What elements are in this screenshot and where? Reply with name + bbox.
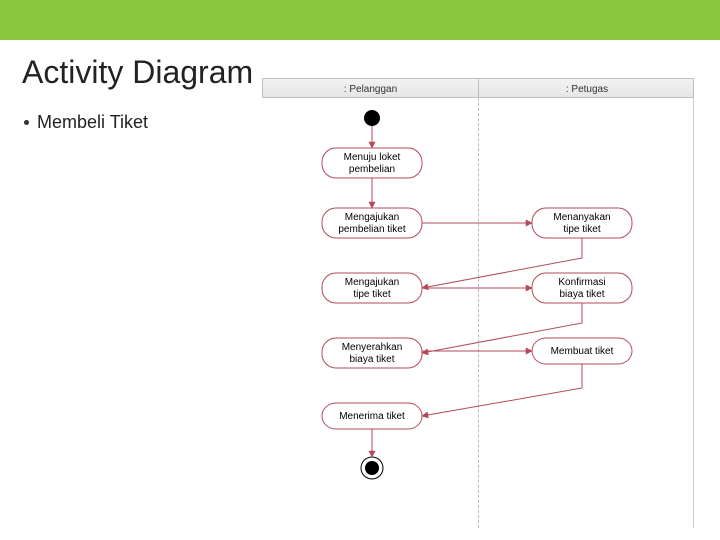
activity-label: tipe tiket <box>353 289 390 300</box>
bullet-item: Membeli Tiket <box>24 112 148 133</box>
activity-label: Mengajukan <box>345 277 399 288</box>
flow-a7-a8 <box>422 364 582 416</box>
bullet-dot <box>24 120 29 125</box>
diagram-panel: : Pelanggan : Petugas Menuju loket pembe… <box>262 78 694 528</box>
activity-label: biaya tiket <box>349 354 394 365</box>
activity-label: Membuat tiket <box>551 346 614 357</box>
activity-label: Menyerahkan <box>342 342 403 353</box>
activity-diagram-svg: Menuju loket pembelian Mengajukan pembel… <box>262 98 694 528</box>
activity-label: Mengajukan <box>345 212 399 223</box>
activity-label: biaya tiket <box>559 289 604 300</box>
swimlane-petugas: : Petugas <box>479 79 695 99</box>
activity-label: pembelian tiket <box>338 224 405 235</box>
activity-label: pembelian <box>349 164 395 175</box>
activity-label: tipe tiket <box>563 224 600 235</box>
swimlane-header: : Pelanggan : Petugas <box>262 78 694 98</box>
activity-label: Menerima tiket <box>339 411 405 422</box>
page-title: Activity Diagram <box>22 54 253 91</box>
activity-label: Menuju loket <box>344 152 401 163</box>
start-node <box>364 110 380 126</box>
accent-bar <box>0 0 720 40</box>
activity-label: Konfirmasi <box>558 277 605 288</box>
activity-label: Menanyakan <box>553 212 610 223</box>
bullet-text: Membeli Tiket <box>37 112 148 133</box>
end-node <box>361 457 383 479</box>
slide: Activity Diagram Membeli Tiket : Pelangg… <box>0 0 720 540</box>
swimlane-pelanggan: : Pelanggan <box>263 79 479 99</box>
